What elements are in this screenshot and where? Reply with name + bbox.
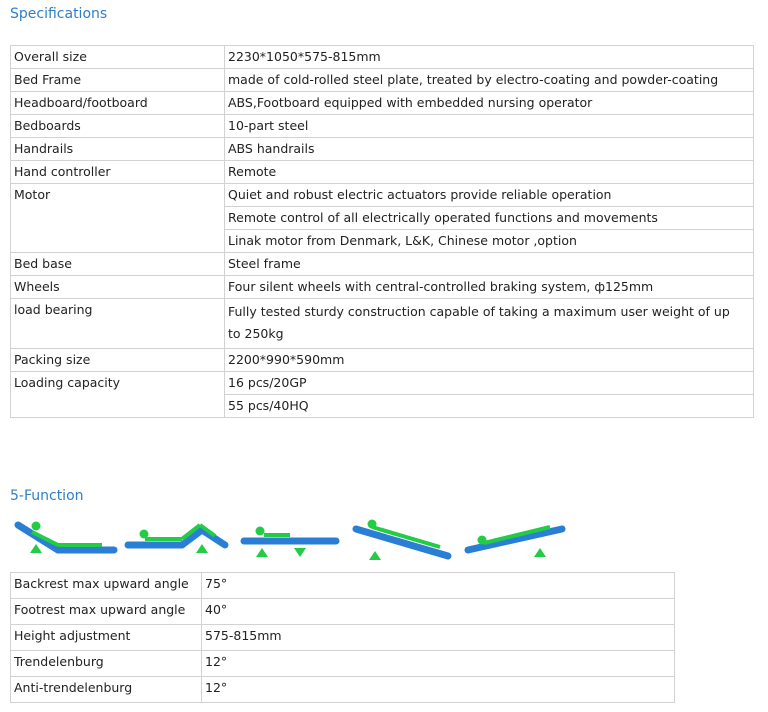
spec-label: Handrails: [10, 137, 225, 161]
spec-label: Bed Frame: [10, 68, 225, 92]
table-row: Trendelenburg 12°: [10, 650, 675, 677]
function-title: 5-Function: [10, 488, 84, 504]
spec-value: Linak motor from Denmark, L&K, Chinese m…: [224, 229, 754, 253]
backrest-up-icon: [14, 521, 118, 554]
spec-value: 16 pcs/20GP: [224, 371, 754, 395]
table-row: Anti-trendelenburg 12°: [10, 676, 675, 703]
spec-value: Four silent wheels with central-controll…: [224, 275, 754, 299]
spec-value: ABS handrails: [224, 137, 754, 161]
height-adjust-icon: [240, 526, 340, 557]
spec-label: Overall size: [10, 45, 225, 69]
spec-value: 10-part steel: [224, 114, 754, 138]
table-row: Height adjustment 575-815mm: [10, 624, 675, 651]
spec-label: Bed base: [10, 252, 225, 276]
spec-value: Remote control of all electrically opera…: [224, 206, 754, 230]
spec-label: Motor: [10, 183, 225, 253]
table-row: Overall size 2230*1050*575-815mm: [10, 45, 754, 69]
spec-value: made of cold-rolled steel plate, treated…: [224, 68, 754, 92]
table-row: load bearing Fully tested sturdy constru…: [10, 298, 754, 349]
function-value: 575-815mm: [201, 624, 675, 651]
spec-label: Bedboards: [10, 114, 225, 138]
spec-value: Remote: [224, 160, 754, 184]
spec-value: Steel frame: [224, 252, 754, 276]
specifications-table: Overall size 2230*1050*575-815mm Bed Fra…: [10, 45, 754, 418]
spec-value: 2230*1050*575-815mm: [224, 45, 754, 69]
function-label: Backrest max upward angle: [10, 572, 202, 599]
table-row: Backrest max upward angle 75°: [10, 572, 675, 599]
spec-value: Quiet and robust electric actuators prov…: [224, 183, 754, 207]
table-row: Footrest max upward angle 40°: [10, 598, 675, 625]
table-row: Packing size 2200*990*590mm: [10, 348, 754, 372]
spec-value: 55 pcs/40HQ: [224, 394, 754, 418]
function-label: Height adjustment: [10, 624, 202, 651]
table-row: Wheels Four silent wheels with central-c…: [10, 275, 754, 299]
table-row: Handrails ABS handrails: [10, 137, 754, 161]
table-row: Bed Frame made of cold-rolled steel plat…: [10, 68, 754, 92]
function-icons: [14, 519, 566, 560]
function-value: 40°: [201, 598, 675, 625]
table-row: Bed base Steel frame: [10, 252, 754, 276]
function-label: Trendelenburg: [10, 650, 202, 677]
table-row: Hand controller Remote: [10, 160, 754, 184]
spec-label: Wheels: [10, 275, 225, 299]
trendelenburg-icon: [352, 519, 452, 560]
spec-value: ABS,Footboard equipped with embedded nur…: [224, 91, 754, 115]
spec-value: 2200*990*590mm: [224, 348, 754, 372]
table-row: Motor Quiet and robust electric actuator…: [10, 183, 754, 253]
spec-label: Headboard/footboard: [10, 91, 225, 115]
spec-value: Fully tested sturdy construction capable…: [224, 298, 754, 349]
function-value: 75°: [201, 572, 675, 599]
specifications-title: Specifications: [10, 6, 108, 22]
function-table: Backrest max upward angle 75° Footrest m…: [10, 572, 675, 703]
function-label: Footrest max upward angle: [10, 598, 202, 625]
knee-break-icon: [124, 523, 229, 553]
function-label: Anti-trendelenburg: [10, 676, 202, 703]
table-row: Bedboards 10-part steel: [10, 114, 754, 138]
spec-label: load bearing: [10, 298, 225, 349]
spec-label: Hand controller: [10, 160, 225, 184]
table-row: Loading capacity 16 pcs/20GP: [10, 371, 754, 418]
anti-trendelenburg-icon: [464, 525, 566, 557]
table-row: Headboard/footboard ABS,Footboard equipp…: [10, 91, 754, 115]
spec-label: Loading capacity: [10, 371, 225, 418]
spec-label: Packing size: [10, 348, 225, 372]
function-value: 12°: [201, 676, 675, 703]
function-value: 12°: [201, 650, 675, 677]
